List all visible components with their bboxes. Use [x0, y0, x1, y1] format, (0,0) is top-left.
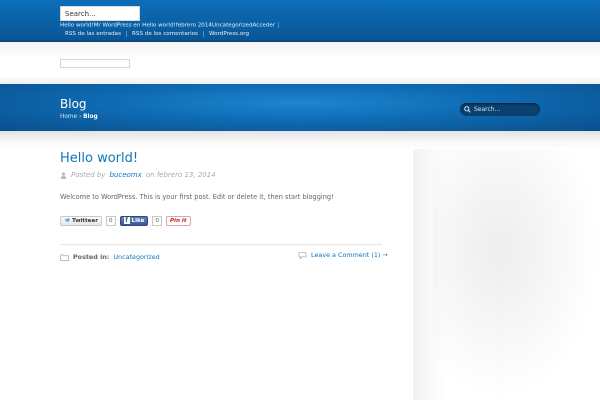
recent-separator	[278, 22, 280, 28]
share-buttons: Twittear 0 f Like 0 Pin it	[60, 215, 191, 226]
twitter-count: 0	[105, 215, 116, 226]
meta-links: RSS de las entradas RSS de los comentario…	[60, 31, 254, 37]
recent-items: Hello world!Mr WordPress en Hello world!…	[60, 22, 282, 29]
pinterest-button[interactable]: Pin it	[165, 215, 191, 226]
posted-by-label: Posted by	[71, 171, 106, 179]
comments-link[interactable]: Leave a Comment (1) →	[298, 251, 388, 259]
sidebar	[413, 149, 600, 400]
banner-search-input[interactable]: Search...	[460, 103, 540, 116]
meta-link-rss-comments[interactable]: RSS de los comentarios	[126, 31, 203, 37]
page-title: Blog	[60, 97, 87, 111]
recent-item-archive[interactable]: febrero 2014	[176, 23, 212, 29]
breadcrumb-current: Blog	[83, 114, 98, 120]
header-strip	[0, 42, 600, 84]
top-search-input[interactable]	[60, 6, 140, 21]
comment-icon	[298, 251, 307, 259]
search-icon	[464, 106, 471, 113]
twitter-share-label: Twittear	[72, 217, 98, 224]
recent-item-hello-world[interactable]: Hello world!	[60, 23, 94, 29]
logo-placeholder[interactable]	[60, 59, 130, 68]
banner-search-placeholder: Search...	[474, 106, 501, 113]
banner-shadow	[0, 131, 600, 149]
post-meta: Posted by buceomx on febrero 13, 2014	[60, 171, 216, 179]
recent-item-login[interactable]: Acceder	[253, 23, 276, 29]
facebook-count: 0	[152, 215, 162, 226]
recent-item-comment[interactable]: Mr WordPress en Hello world!	[94, 23, 176, 29]
post-categories: Posted in: Uncategorized	[60, 253, 160, 261]
twitter-share-button[interactable]: Twittear	[60, 215, 102, 226]
post-title[interactable]: Hello world!	[60, 151, 138, 166]
facebook-like-label: Like	[131, 217, 145, 224]
post-date: on febrero 13, 2014	[145, 171, 216, 179]
post-divider	[60, 244, 382, 245]
facebook-like-button[interactable]: f Like	[119, 215, 149, 226]
breadcrumb: Home › Blog	[60, 114, 98, 120]
folder-icon	[60, 254, 69, 261]
recent-item-category[interactable]: Uncategorized	[212, 23, 253, 29]
category-link[interactable]: Uncategorized	[113, 253, 159, 261]
facebook-icon: f	[123, 217, 130, 224]
post-author-link[interactable]: buceomx	[109, 171, 141, 179]
comments-link-label[interactable]: Leave a Comment (1) →	[311, 251, 388, 259]
breadcrumb-home[interactable]: Home	[60, 114, 77, 120]
breadcrumb-separator: ›	[78, 114, 82, 120]
post-body: Welcome to WordPress. This is your first…	[60, 193, 334, 201]
meta-link-rss-entries[interactable]: RSS de las entradas	[60, 31, 126, 37]
posted-in-label: Posted in:	[73, 253, 110, 261]
user-icon	[60, 171, 67, 179]
pinterest-label: Pin it	[169, 217, 187, 224]
meta-link-wordpress-org[interactable]: WordPress.org	[202, 31, 254, 37]
twitter-icon	[64, 218, 70, 223]
